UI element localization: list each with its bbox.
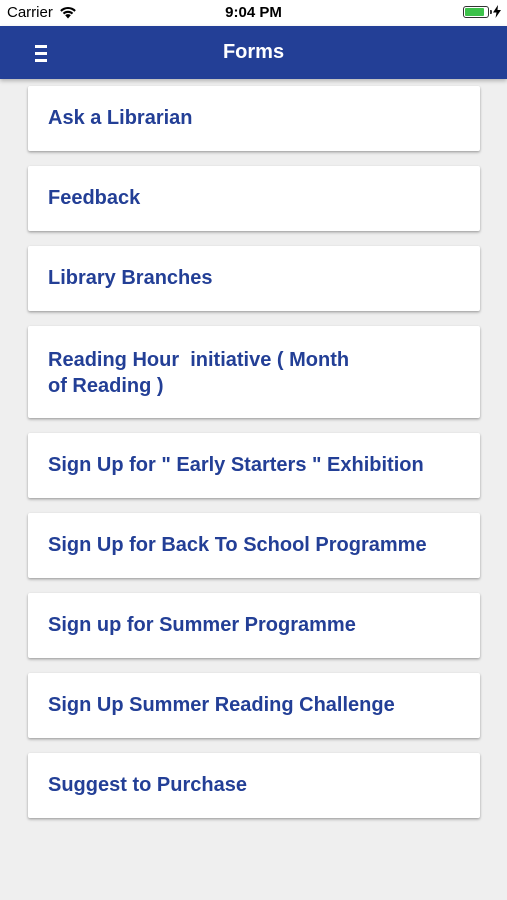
form-item-early-starters-exhibition[interactable]: Sign Up for " Early Starters " Exhibitio… bbox=[28, 433, 480, 498]
form-item-label: Reading Hour initiative ( Month of Readi… bbox=[48, 349, 350, 397]
battery-level bbox=[465, 7, 484, 16]
status-bar: Carrier 9:04 PM bbox=[0, 0, 507, 26]
form-item-feedback[interactable]: Feedback bbox=[28, 166, 480, 231]
page-title: Forms bbox=[222, 41, 285, 63]
form-item-label: Ask a Librarian bbox=[48, 107, 193, 129]
battery-icon bbox=[463, 5, 492, 18]
form-item-label: Sign Up Summer Reading Challenge bbox=[48, 694, 395, 716]
form-item-label: Suggest to Purchase bbox=[48, 774, 247, 796]
form-item-back-to-school-programme[interactable]: Sign Up for Back To School Programme bbox=[28, 513, 480, 578]
form-item-ask-a-librarian[interactable]: Ask a Librarian bbox=[28, 86, 480, 151]
form-item-label: Sign Up for " Early Starters " Exhibitio… bbox=[48, 454, 424, 476]
status-time: 9:04 PM bbox=[225, 4, 282, 21]
form-item-reading-hour-initiative[interactable]: Reading Hour initiative ( Month of Readi… bbox=[28, 326, 480, 418]
form-item-label: Sign up for Summer Programme bbox=[48, 614, 356, 636]
form-item-label: Sign Up for Back To School Programme bbox=[48, 534, 427, 556]
charging-bolt-icon bbox=[493, 5, 501, 18]
forms-list: Ask a Librarian Feedback Library Branche… bbox=[28, 86, 480, 833]
form-item-library-branches[interactable]: Library Branches bbox=[28, 246, 480, 311]
form-item-summer-reading-challenge[interactable]: Sign Up Summer Reading Challenge bbox=[28, 673, 480, 738]
battery-indicator bbox=[463, 5, 501, 18]
form-item-suggest-to-purchase[interactable]: Suggest to Purchase bbox=[28, 753, 480, 818]
battery-cap bbox=[490, 9, 492, 14]
form-item-label: Feedback bbox=[48, 187, 141, 209]
form-item-summer-programme[interactable]: Sign up for Summer Programme bbox=[28, 593, 480, 658]
nav-bar: Forms bbox=[0, 26, 507, 79]
form-item-label: Library Branches bbox=[48, 267, 213, 289]
